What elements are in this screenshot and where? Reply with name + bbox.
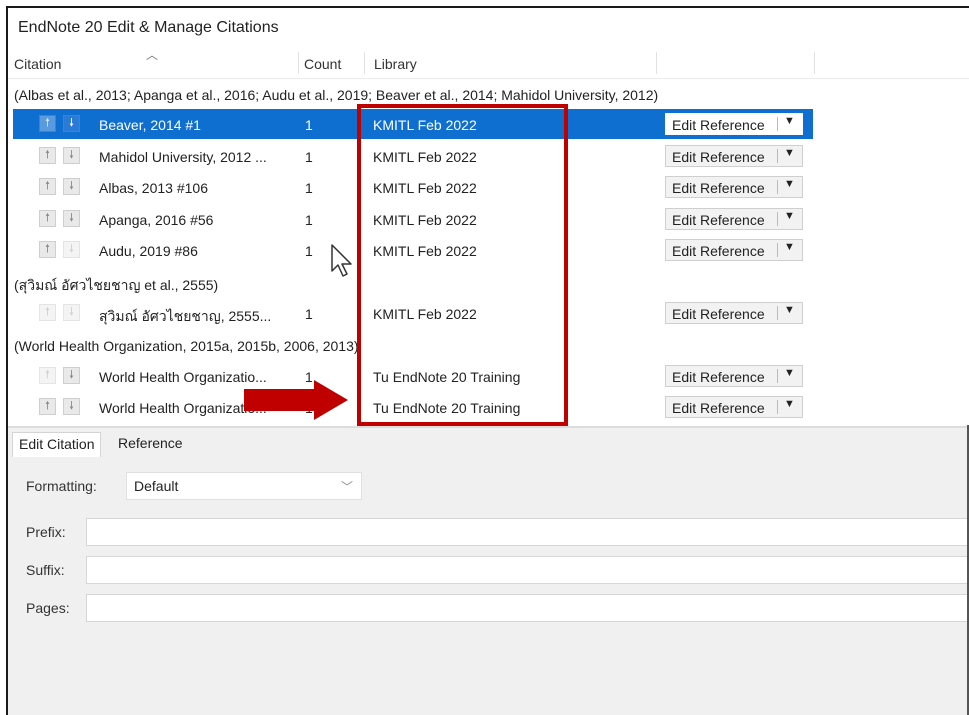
column-header-count[interactable]: Count (304, 56, 341, 72)
citation-name: Apanga, 2016 #56 (99, 211, 214, 228)
citation-name: สุวิมณ์ อัศวไชยชาญ, 2555... (99, 307, 272, 324)
citation-name: Mahidol University, 2012 ... (99, 148, 267, 165)
column-separator[interactable] (656, 52, 657, 74)
move-down-icon[interactable]: 🠗 (63, 178, 80, 195)
dropdown-caret-icon[interactable]: ▼ (784, 304, 795, 316)
citation-count: 1 (305, 211, 313, 228)
dropdown-caret-icon[interactable]: ▼ (784, 398, 795, 410)
citation-count: 1 (305, 243, 313, 259)
citation-count: 1 (305, 180, 313, 196)
citation-count: 1 (305, 305, 313, 322)
move-up-icon[interactable]: 🠕 (39, 366, 56, 384)
edit-reference-button[interactable]: Edit Reference ▼ (665, 301, 803, 324)
dropdown-caret-icon[interactable]: ▼ (784, 241, 795, 253)
move-down-icon[interactable]: 🠗 (63, 115, 80, 132)
move-down-icon[interactable]: 🠗 (63, 209, 80, 227)
button-divider (777, 305, 778, 320)
edit-reference-label: Edit Reference (672, 180, 765, 196)
button-divider (777, 148, 778, 163)
move-down-icon[interactable]: 🠗 (63, 303, 80, 321)
button-divider (777, 368, 778, 383)
move-up-icon[interactable]: 🠕 (39, 209, 56, 227)
edit-reference-label: Edit Reference (672, 117, 765, 133)
move-up-icon[interactable]: 🠕 (39, 303, 56, 321)
move-down-icon[interactable]: 🠗 (63, 398, 80, 415)
formatting-label: Formatting: (26, 478, 97, 494)
dropdown-caret-icon[interactable]: ▼ (784, 115, 795, 127)
edit-reference-label: Edit Reference (672, 305, 765, 322)
dropdown-caret-icon[interactable]: ▼ (784, 178, 795, 190)
highlight-library-box (357, 104, 568, 426)
dropdown-caret-icon[interactable]: ▼ (784, 367, 795, 379)
annotation-arrow-icon (244, 380, 348, 420)
citation-count: 1 (305, 148, 313, 165)
edit-reference-label: Edit Reference (672, 368, 765, 385)
suffix-label: Suffix: (26, 562, 65, 578)
citation-group-label: (World Health Organization, 2015a, 2015b… (14, 337, 359, 354)
edit-reference-button[interactable]: Edit Reference ▼ (665, 207, 803, 230)
pages-label: Pages: (26, 600, 70, 616)
mouse-cursor-icon (331, 244, 352, 277)
window-title: EndNote 20 Edit & Manage Citations (18, 19, 279, 36)
edit-panel: Edit Citation Reference Formatting: Defa… (8, 426, 969, 715)
move-up-icon[interactable]: 🠕 (39, 241, 56, 258)
edit-reference-label: Edit Reference (672, 243, 765, 259)
edit-reference-button[interactable]: Edit Reference ▼ (665, 176, 803, 198)
formatting-value: Default (134, 478, 179, 494)
move-down-icon[interactable]: 🠗 (63, 241, 80, 258)
sort-ascending-icon: ︿ (146, 48, 159, 62)
citation-group-label: (Albas et al., 2013; Apanga et al., 2016… (14, 87, 659, 103)
move-up-icon[interactable]: 🠕 (39, 398, 56, 415)
citation-name: Beaver, 2014 #1 (99, 117, 201, 133)
tab-edit-citation[interactable]: Edit Citation (12, 432, 102, 457)
move-up-icon[interactable]: 🠕 (39, 146, 56, 164)
column-header-citation[interactable]: Citation (14, 56, 61, 72)
citation-name: World Health Organizatio... (99, 368, 267, 385)
edit-reference-button[interactable]: Edit Reference ▼ (665, 239, 803, 261)
edit-reference-label: Edit Reference (672, 211, 765, 228)
citation-name: Audu, 2019 #86 (99, 243, 198, 259)
pages-input[interactable] (86, 594, 969, 622)
edit-reference-label: Edit Reference (672, 148, 765, 165)
button-divider (777, 400, 778, 414)
edit-reference-button[interactable]: Edit Reference ▼ (665, 113, 803, 135)
button-divider (777, 180, 778, 194)
column-separator[interactable] (364, 52, 365, 74)
edit-reference-button[interactable]: Edit Reference ▼ (665, 396, 803, 418)
prefix-label: Prefix: (26, 524, 66, 540)
edit-reference-button[interactable]: Edit Reference ▼ (665, 144, 803, 167)
edit-reference-label: Edit Reference (672, 400, 765, 416)
column-separator[interactable] (298, 52, 299, 74)
citation-count: 1 (305, 117, 313, 133)
move-down-icon[interactable]: 🠗 (63, 366, 80, 384)
move-up-icon[interactable]: 🠕 (39, 178, 56, 195)
chevron-down-icon: ﹀ (340, 480, 353, 494)
move-down-icon[interactable]: 🠗 (63, 146, 80, 164)
prefix-input[interactable] (86, 518, 969, 546)
move-up-icon[interactable]: 🠕 (39, 115, 56, 132)
formatting-select[interactable]: Default ﹀ (126, 472, 362, 500)
button-divider (777, 211, 778, 226)
button-divider (777, 117, 778, 131)
dropdown-caret-icon[interactable]: ▼ (784, 147, 795, 159)
edit-tabs: Edit Citation Reference (8, 428, 969, 458)
button-divider (777, 243, 778, 257)
column-header-library[interactable]: Library (374, 56, 417, 72)
suffix-input[interactable] (86, 556, 969, 584)
tab-reference[interactable]: Reference (112, 432, 189, 456)
dropdown-caret-icon[interactable]: ▼ (784, 210, 795, 222)
column-separator[interactable] (814, 52, 815, 74)
citation-name: World Health Organizatio... (99, 400, 267, 416)
column-headers: Citation ︿ Count Library (8, 48, 969, 79)
edit-reference-button[interactable]: Edit Reference ▼ (665, 364, 803, 387)
citation-group-label: (สุวิมณ์ อัศวไชยชาญ et al., 2555) (14, 276, 219, 293)
citation-name: Albas, 2013 #106 (99, 180, 208, 196)
title-bar: EndNote 20 Edit & Manage Citations (8, 8, 969, 48)
